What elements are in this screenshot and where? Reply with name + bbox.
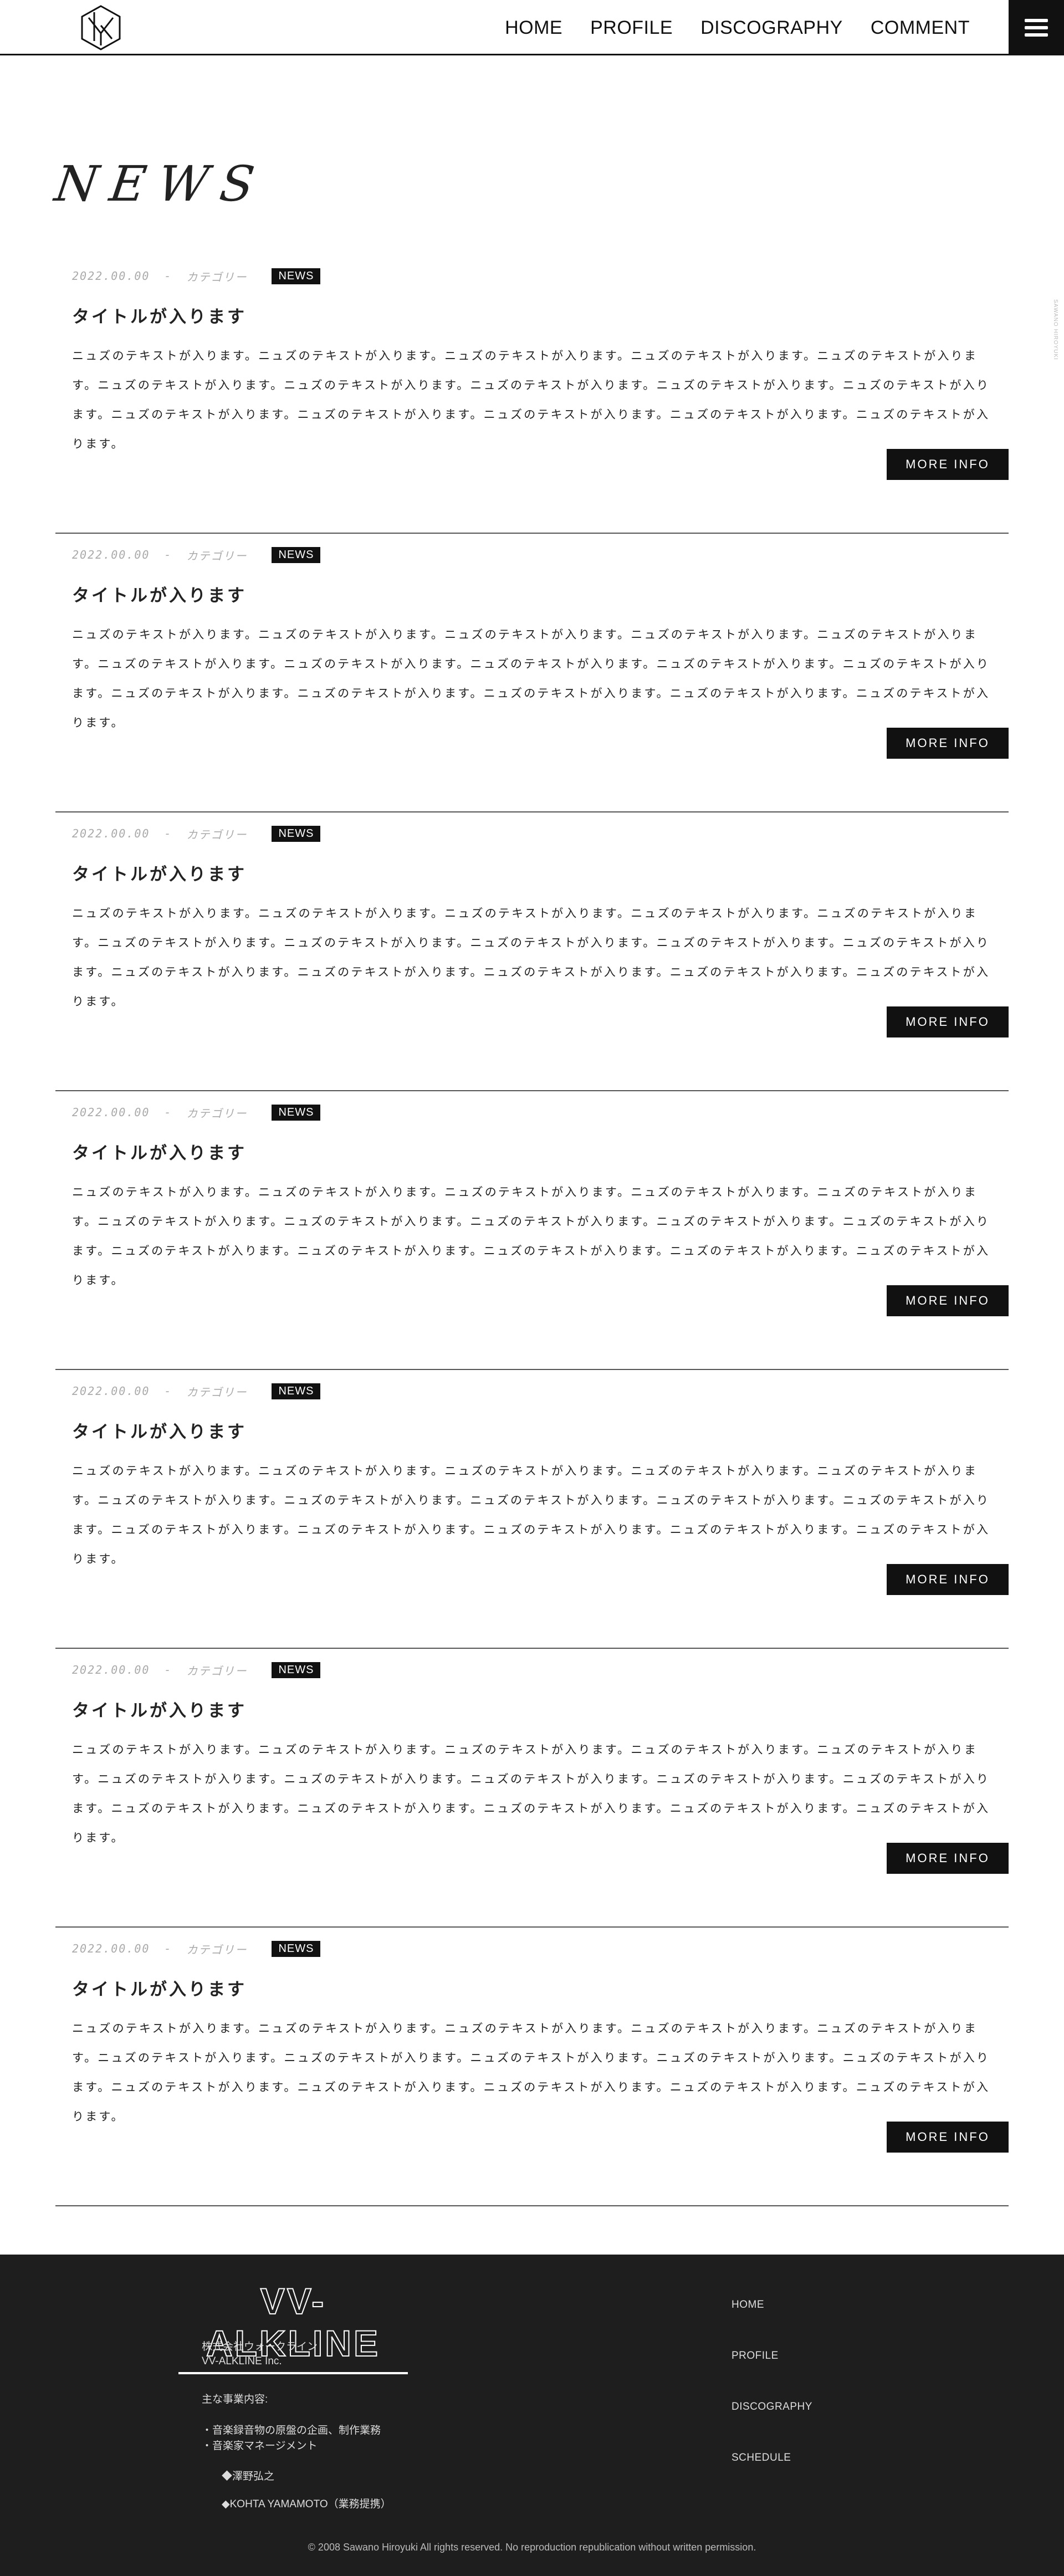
news-meta: 2022.00.00 - カテゴリー NEWS (72, 1102, 321, 1122)
footer-nav-schedule[interactable]: SCHEDULE (732, 2452, 812, 2503)
business-heading: 主な事業内容: (202, 2394, 268, 2405)
artist-list: ◆澤野弘之 ◆KOHTA YAMAMOTO（業務提携） (222, 2463, 391, 2518)
company-info: 株式会社ウォークライン VV-ALKLINE Inc. (202, 2340, 318, 2369)
news-body: ニュズのテキストが入ります。ニュズのテキストが入ります。ニュズのテキストが入りま… (72, 1185, 990, 1287)
news-category[interactable]: カテゴリー (186, 1383, 247, 1399)
news-badge: NEWS (272, 546, 321, 563)
news-badge: NEWS (272, 1104, 321, 1121)
news-meta: 2022.00.00 - カテゴリー NEWS (72, 266, 321, 286)
news-category[interactable]: カテゴリー (186, 268, 247, 284)
news-date: 2022.00.00 (72, 1384, 150, 1398)
news-date: 2022.00.00 (72, 1106, 150, 1119)
news-badge: NEWS (272, 825, 321, 842)
footer-nav-discography[interactable]: DISCOGRAPHY (732, 2401, 812, 2452)
site-footer: VV-ALKLINE 株式会社ウォークライン VV-ALKLINE Inc. 主… (0, 2255, 1064, 2576)
business-item: ・音楽録音物の原盤の企画、制作業務 (202, 2425, 381, 2436)
news-title[interactable]: タイトルが入ります (72, 1418, 247, 1443)
page-title: NEWS (51, 155, 270, 212)
site-header: HOME PROFILE DISCOGRAPHY COMMENT (0, 0, 1064, 55)
meta-separator: - (164, 269, 172, 283)
news-item: 2022.00.00 - カテゴリー NEWS タイトルが入ります ニュズのテキ… (55, 1928, 1009, 2206)
news-title[interactable]: タイトルが入ります (72, 860, 247, 885)
news-body: ニュズのテキストが入ります。ニュズのテキストが入ります。ニュズのテキストが入りま… (72, 1464, 990, 1566)
news-body: ニュズのテキストが入ります。ニュズのテキストが入ります。ニュズのテキストが入りま… (72, 2022, 990, 2123)
footer-nav: HOME PROFILE DISCOGRAPHY SCHEDULE (732, 2299, 812, 2503)
news-title[interactable]: タイトルが入ります (72, 1975, 247, 2000)
business-list: ・音楽録音物の原盤の企画、制作業務 ・音楽家マネージメント (202, 2423, 381, 2454)
news-meta: 2022.00.00 - カテゴリー NEWS (72, 1660, 321, 1680)
nav-profile[interactable]: PROFILE (590, 17, 673, 39)
meta-separator: - (164, 1942, 172, 1955)
news-badge: NEWS (272, 1940, 321, 1957)
news-category[interactable]: カテゴリー (186, 1662, 247, 1678)
copyright: © 2008 Sawano Hiroyuki All rights reserv… (308, 2542, 756, 2553)
news-badge: NEWS (272, 1383, 321, 1399)
news-badge: NEWS (272, 268, 321, 284)
company-name-en: VV-ALKLINE Inc. (202, 2355, 282, 2367)
news-category[interactable]: カテゴリー (186, 826, 247, 842)
news-meta: 2022.00.00 - カテゴリー NEWS (72, 1939, 321, 1959)
news-item: 2022.00.00 - カテゴリー NEWS タイトルが入ります ニュズのテキ… (55, 1091, 1009, 1370)
business-item: ・音楽家マネージメント (202, 2440, 318, 2452)
meta-separator: - (164, 548, 172, 561)
news-date: 2022.00.00 (72, 1942, 150, 1955)
news-item: 2022.00.00 - カテゴリー NEWS タイトルが入ります ニュズのテキ… (55, 812, 1009, 1091)
meta-separator: - (164, 1384, 172, 1398)
news-body: ニュズのテキストが入ります。ニュズのテキストが入ります。ニュズのテキストが入りま… (72, 1743, 990, 1844)
news-category[interactable]: カテゴリー (186, 1941, 247, 1957)
news-body: ニュズのテキストが入ります。ニュズのテキストが入ります。ニュズのテキストが入りま… (72, 907, 990, 1008)
footer-nav-home[interactable]: HOME (732, 2299, 812, 2350)
footer-nav-profile[interactable]: PROFILE (732, 2350, 812, 2401)
hamburger-icon (1025, 19, 1048, 37)
main-nav: HOME PROFILE DISCOGRAPHY COMMENT (505, 0, 970, 55)
news-meta: 2022.00.00 - カテゴリー NEWS (72, 1381, 321, 1401)
news-title[interactable]: タイトルが入ります (72, 1139, 247, 1164)
news-category[interactable]: カテゴリー (186, 547, 247, 563)
more-info-button[interactable]: MORE INFO (887, 1564, 1009, 1595)
news-category[interactable]: カテゴリー (186, 1105, 247, 1121)
menu-button[interactable] (1009, 0, 1064, 55)
meta-separator: - (164, 827, 172, 840)
more-info-button[interactable]: MORE INFO (887, 449, 1009, 480)
meta-separator: - (164, 1106, 172, 1119)
news-item: 2022.00.00 - カテゴリー NEWS タイトルが入ります ニュズのテキ… (55, 1649, 1009, 1928)
nav-home[interactable]: HOME (505, 17, 562, 39)
meta-separator: - (164, 1663, 172, 1677)
logo-icon[interactable] (78, 4, 124, 51)
news-date: 2022.00.00 (72, 827, 150, 840)
news-date: 2022.00.00 (72, 1663, 150, 1677)
news-title[interactable]: タイトルが入ります (72, 581, 247, 606)
nav-discography[interactable]: DISCOGRAPHY (700, 17, 843, 39)
news-meta: 2022.00.00 - カテゴリー NEWS (72, 824, 321, 844)
news-date: 2022.00.00 (72, 548, 150, 561)
news-title[interactable]: タイトルが入ります (72, 1696, 247, 1721)
more-info-button[interactable]: MORE INFO (887, 1285, 1009, 1316)
more-info-button[interactable]: MORE INFO (887, 2122, 1009, 2153)
news-item: 2022.00.00 - カテゴリー NEWS タイトルが入ります ニュズのテキ… (55, 255, 1009, 534)
news-meta: 2022.00.00 - カテゴリー NEWS (72, 545, 321, 565)
news-badge: NEWS (272, 1662, 321, 1678)
more-info-button[interactable]: MORE INFO (887, 1843, 1009, 1874)
artist-item[interactable]: ◆澤野弘之 (222, 2463, 391, 2491)
news-item: 2022.00.00 - カテゴリー NEWS タイトルが入ります ニュズのテキ… (55, 534, 1009, 812)
news-body: ニュズのテキストが入ります。ニュズのテキストが入ります。ニュズのテキストが入りま… (72, 628, 990, 729)
more-info-button[interactable]: MORE INFO (887, 1006, 1009, 1037)
news-list: 2022.00.00 - カテゴリー NEWS タイトルが入ります ニュズのテキ… (55, 255, 1009, 2206)
artist-item[interactable]: ◆KOHTA YAMAMOTO（業務提携） (222, 2491, 391, 2518)
news-body: ニュズのテキストが入ります。ニュズのテキストが入ります。ニュズのテキストが入りま… (72, 349, 990, 451)
more-info-button[interactable]: MORE INFO (887, 728, 1009, 759)
side-vertical-text: SAWANO HIROYUKI (1052, 299, 1058, 360)
news-item: 2022.00.00 - カテゴリー NEWS タイトルが入ります ニュズのテキ… (55, 1370, 1009, 1649)
news-title[interactable]: タイトルが入ります (72, 303, 247, 328)
nav-comment[interactable]: COMMENT (871, 17, 970, 39)
news-date: 2022.00.00 (72, 269, 150, 283)
company-name-ja: 株式会社ウォークライン (202, 2341, 318, 2353)
